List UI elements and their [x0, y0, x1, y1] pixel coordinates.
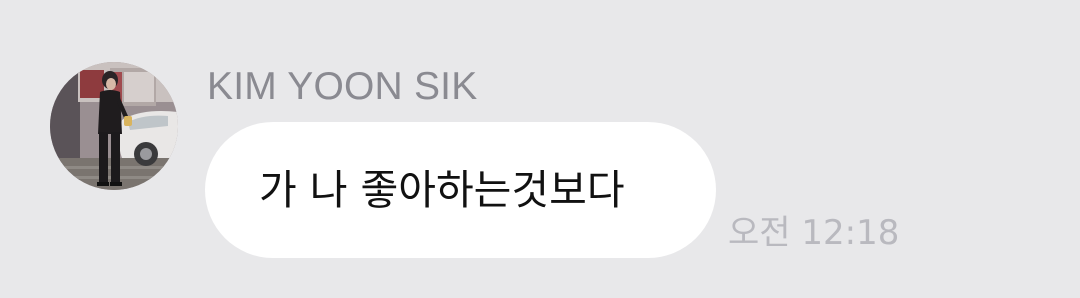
message-timestamp: 오전 12:18 — [728, 213, 900, 253]
message-bubble[interactable]: 가 나 좋아하는것보다 — [205, 122, 716, 258]
avatar[interactable] — [50, 62, 178, 190]
profile-photo-icon — [50, 62, 178, 190]
message-text: 가 나 좋아하는것보다 — [259, 166, 625, 214]
sender-name: KIM YOON SIK — [207, 65, 478, 108]
chat-message-row: KIM YOON SIK 가 나 좋아하는것보다 오전 12:18 — [0, 0, 1080, 298]
